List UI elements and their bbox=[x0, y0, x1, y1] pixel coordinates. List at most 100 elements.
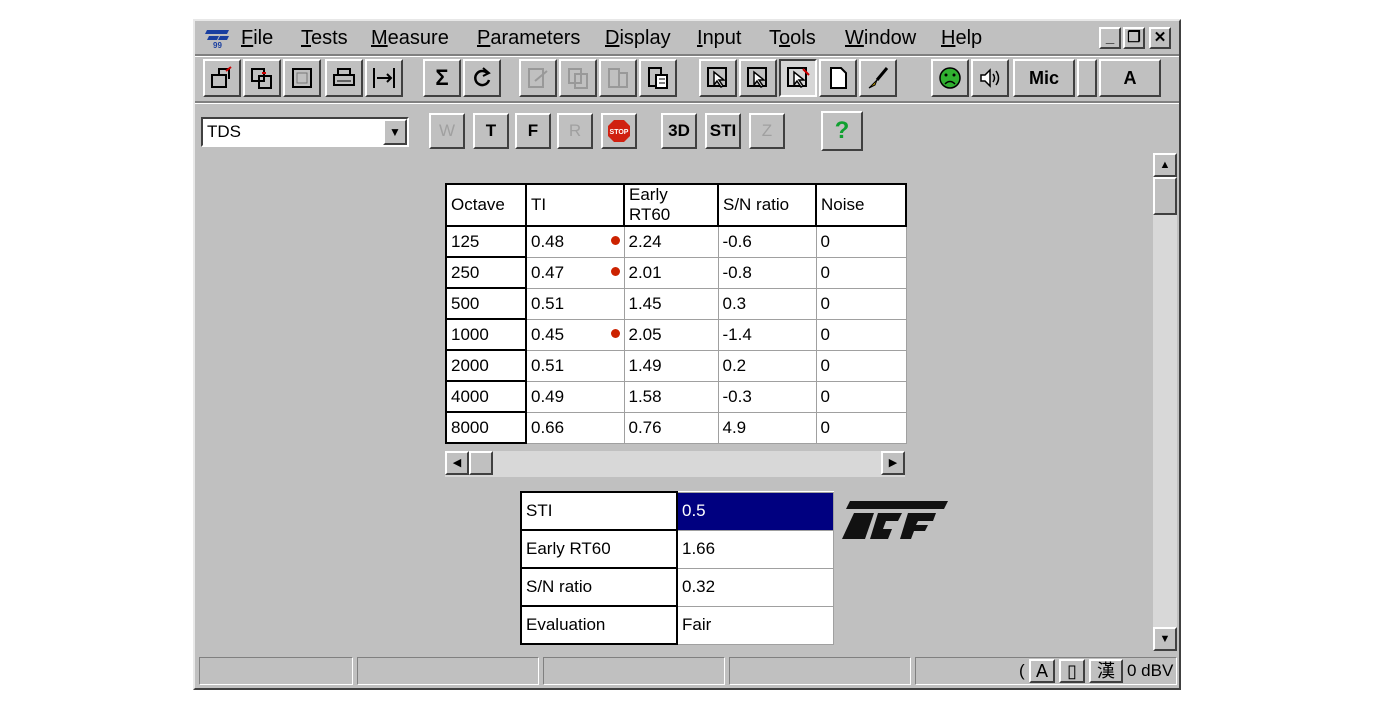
ime-width-icon[interactable]: ▯ bbox=[1059, 659, 1085, 683]
ti-cell[interactable]: 0.45 bbox=[525, 318, 625, 351]
noise-cell[interactable]: 0 bbox=[815, 318, 907, 351]
paint-button[interactable] bbox=[859, 59, 897, 97]
scroll-left-icon[interactable]: ◀ bbox=[445, 451, 469, 475]
octave-cell[interactable]: 8000 bbox=[445, 411, 527, 444]
ti-cell[interactable]: 0.49 bbox=[525, 380, 625, 413]
vertical-scrollbar[interactable]: ▲ ▼ bbox=[1153, 153, 1177, 651]
table-row[interactable]: 4000 0.49 1.58 -0.3 0 bbox=[445, 380, 907, 413]
speaker-button[interactable] bbox=[971, 59, 1009, 97]
summary-value[interactable]: 0.5 bbox=[676, 491, 834, 531]
f-button[interactable]: F bbox=[515, 113, 551, 149]
rt60-cell[interactable]: 1.49 bbox=[623, 349, 719, 382]
summary-row[interactable]: S/N ratio 0.32 bbox=[520, 567, 834, 607]
w-button[interactable]: W bbox=[429, 113, 465, 149]
vertical-scroll-thumb[interactable] bbox=[1153, 177, 1177, 215]
frame-button[interactable] bbox=[283, 59, 321, 97]
horizontal-scrollbar[interactable]: ◀ ▶ bbox=[445, 451, 905, 477]
noise-cell[interactable]: 0 bbox=[815, 380, 907, 413]
sum-button[interactable]: Σ bbox=[423, 59, 461, 97]
summary-row[interactable]: Early RT60 1.66 bbox=[520, 529, 834, 569]
ti-cell[interactable]: 0.47 bbox=[525, 256, 625, 289]
menu-tests[interactable]: Tests bbox=[301, 27, 348, 50]
octave-cell[interactable]: 1000 bbox=[445, 318, 527, 351]
sn-cell[interactable]: -0.6 bbox=[717, 225, 817, 258]
column-header[interactable]: Octave bbox=[445, 183, 527, 227]
scroll-right-icon[interactable]: ▶ bbox=[881, 451, 905, 475]
fit-width-button[interactable] bbox=[365, 59, 403, 97]
stop-button[interactable]: STOP bbox=[601, 113, 637, 149]
menu-tools[interactable]: Tools bbox=[769, 27, 816, 50]
mode-combo[interactable]: TDS ▼ bbox=[201, 117, 409, 147]
close-button[interactable]: ✕ bbox=[1149, 27, 1171, 49]
rt60-cell[interactable]: 2.24 bbox=[623, 225, 719, 258]
rt60-cell[interactable]: 0.76 bbox=[623, 411, 719, 444]
noise-cell[interactable]: 0 bbox=[815, 349, 907, 382]
menu-display[interactable]: Display bbox=[605, 27, 671, 50]
help-button[interactable]: ? bbox=[821, 111, 863, 151]
tool-disabled-1-button[interactable] bbox=[519, 59, 557, 97]
ti-cell[interactable]: 0.51 bbox=[525, 287, 625, 320]
table-row[interactable]: 500 0.51 1.45 0.3 0 bbox=[445, 287, 907, 320]
status-face-button[interactable] bbox=[931, 59, 969, 97]
cursor-2-button[interactable] bbox=[739, 59, 777, 97]
mic-button[interactable]: Mic bbox=[1013, 59, 1075, 97]
table-row[interactable]: 250 0.47 2.01 -0.8 0 bbox=[445, 256, 907, 289]
octave-cell[interactable]: 500 bbox=[445, 287, 527, 320]
rt60-cell[interactable]: 2.01 bbox=[623, 256, 719, 289]
rt60-cell[interactable]: 1.58 bbox=[623, 380, 719, 413]
column-header[interactable]: S/N ratio bbox=[717, 183, 817, 227]
sn-cell[interactable]: -0.3 bbox=[717, 380, 817, 413]
noise-cell[interactable]: 0 bbox=[815, 411, 907, 444]
ti-cell[interactable]: 0.66 bbox=[525, 411, 625, 444]
3d-button[interactable]: 3D bbox=[661, 113, 697, 149]
summary-value[interactable]: Fair bbox=[676, 605, 834, 645]
noise-cell[interactable]: 0 bbox=[815, 256, 907, 289]
scroll-up-icon[interactable]: ▲ bbox=[1153, 153, 1177, 177]
column-header[interactable]: Noise bbox=[815, 183, 907, 227]
rt60-cell[interactable]: 1.45 bbox=[623, 287, 719, 320]
menu-input[interactable]: Input bbox=[697, 27, 742, 50]
horizontal-scroll-thumb[interactable] bbox=[469, 451, 493, 475]
sn-cell[interactable]: 0.2 bbox=[717, 349, 817, 382]
table-row[interactable]: 1000 0.45 2.05 -1.4 0 bbox=[445, 318, 907, 351]
menu-file[interactable]: File bbox=[241, 27, 273, 50]
ime-kanji-button[interactable]: 漢 bbox=[1089, 659, 1123, 683]
chevron-down-icon[interactable]: ▼ bbox=[383, 119, 407, 145]
sti-button[interactable]: STI bbox=[705, 113, 741, 149]
summary-row[interactable]: Evaluation Fair bbox=[520, 605, 834, 645]
summary-value[interactable]: 1.66 bbox=[676, 529, 834, 569]
minimize-button[interactable]: _ bbox=[1099, 27, 1121, 49]
octave-cell[interactable]: 4000 bbox=[445, 380, 527, 413]
refresh-button[interactable] bbox=[463, 59, 501, 97]
octave-cell[interactable]: 125 bbox=[445, 225, 527, 258]
column-header[interactable]: Early RT60 bbox=[623, 183, 719, 227]
ime-alpha-button[interactable]: A bbox=[1029, 659, 1055, 683]
tool-disabled-2-button[interactable] bbox=[559, 59, 597, 97]
tool-disabled-3-button[interactable] bbox=[599, 59, 637, 97]
table-row[interactable]: 2000 0.51 1.49 0.2 0 bbox=[445, 349, 907, 382]
summary-row[interactable]: STI 0.5 bbox=[520, 491, 834, 531]
z-button[interactable]: Z bbox=[749, 113, 785, 149]
cursor-3-button[interactable] bbox=[779, 59, 817, 97]
menu-help[interactable]: Help bbox=[941, 27, 982, 50]
r-button[interactable]: R bbox=[557, 113, 593, 149]
table-row[interactable]: 125 0.48 2.24 -0.6 0 bbox=[445, 225, 907, 258]
new-page-button[interactable] bbox=[819, 59, 857, 97]
a-button[interactable]: A bbox=[1099, 59, 1161, 97]
menu-parameters[interactable]: Parameters bbox=[477, 27, 580, 50]
sn-cell[interactable]: -0.8 bbox=[717, 256, 817, 289]
noise-cell[interactable]: 0 bbox=[815, 225, 907, 258]
table-row[interactable]: 8000 0.66 0.76 4.9 0 bbox=[445, 411, 907, 444]
sn-cell[interactable]: -1.4 bbox=[717, 318, 817, 351]
menu-window[interactable]: Window bbox=[845, 27, 916, 50]
octave-cell[interactable]: 2000 bbox=[445, 349, 527, 382]
noise-cell[interactable]: 0 bbox=[815, 287, 907, 320]
ti-cell[interactable]: 0.48 bbox=[525, 225, 625, 258]
menu-measure[interactable]: Measure bbox=[371, 27, 449, 50]
restore-button[interactable]: ❐ bbox=[1123, 27, 1145, 49]
octave-cell[interactable]: 250 bbox=[445, 256, 527, 289]
summary-value[interactable]: 0.32 bbox=[676, 567, 834, 607]
sn-cell[interactable]: 4.9 bbox=[717, 411, 817, 444]
cursor-1-button[interactable] bbox=[699, 59, 737, 97]
sn-cell[interactable]: 0.3 bbox=[717, 287, 817, 320]
